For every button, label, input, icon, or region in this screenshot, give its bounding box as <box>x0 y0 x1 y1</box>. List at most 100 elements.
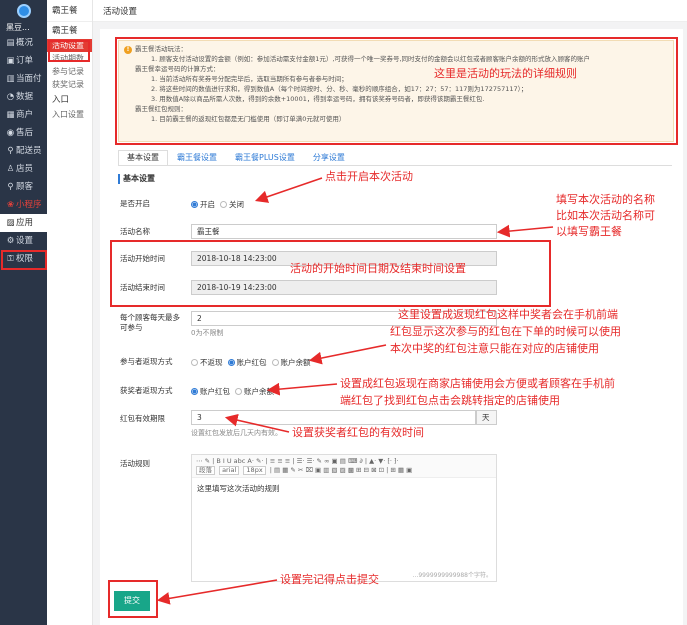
notice-line: 1. 目前霸王餐的返现红包都是无门槛使用（即订单满0元就可使用） <box>151 115 346 123</box>
nav-item-label: 权限 <box>16 254 34 264</box>
nav-item-merchant[interactable]: ▦商户 <box>0 106 47 124</box>
winner-method-label: 获奖者返现方式 <box>120 386 173 395</box>
activity-name-input[interactable]: 霸王餐 <box>191 224 497 239</box>
enabled-radio-group: 开启 关闭 <box>191 199 249 210</box>
nav-item-data[interactable]: ◔ 数据 <box>0 88 47 106</box>
editor-char-count: ...9999999999988个字符。 <box>412 572 492 579</box>
logo-icon[interactable] <box>0 0 47 22</box>
editor-toolbar-row2[interactable]: 段落 arial 18px | ▤ ▦ ✎ ✂ ⌧ ▣ ▥ ▧ ▨ ▩ ⊞ ⊟ … <box>196 466 492 475</box>
tab-bawangcan-settings[interactable]: 霸王餐设置 <box>168 150 226 166</box>
editor-font-select[interactable]: arial <box>219 466 240 475</box>
clerk-icon: ♙ <box>6 164 15 174</box>
sub-menu-participation-records[interactable]: 参与记录 <box>47 65 92 78</box>
annotation-winner-1: 设置成红包返现在商家店铺使用会方便或者顾客在手机前 <box>340 377 615 390</box>
nav-item-overview[interactable]: ▤概况 <box>0 34 47 52</box>
end-time-label: 活动结束时间 <box>120 283 165 292</box>
nav-item-settings[interactable]: ⚙ 设置 <box>0 232 47 250</box>
editor-toolbar[interactable]: ⋯ ✎ | B I U abc A· ✎· | ≡ ≡ ≡ | ☰· ☰· ✎ … <box>192 455 496 478</box>
nav-item-label: 配送员 <box>16 146 42 156</box>
rules-label: 活动规则 <box>120 459 150 468</box>
nav-item-label: 商户 <box>16 110 34 120</box>
editor-paragraph-select[interactable]: 段落 <box>196 466 215 475</box>
app-icon: ▨ <box>6 218 15 228</box>
enabled-off-radio[interactable]: 关闭 <box>220 199 244 210</box>
sub-menu-group: 霸王餐 <box>52 26 78 36</box>
notice-line: 1. 当前活动所有奖券号分配完毕后，选取当期所有参与者参与时间； <box>151 75 348 83</box>
nav-item-courier[interactable]: ⚲ 配送员 <box>0 142 47 160</box>
annotation-rules: 这里是活动的玩法的详细规则 <box>434 67 577 80</box>
nav-item-app[interactable]: ▨应用 <box>0 214 47 232</box>
annotation-time: 活动的开始时间日期及结束时间设置 <box>290 262 466 275</box>
winner-balance-radio[interactable]: 账户余额 <box>235 386 274 397</box>
tab-share-settings[interactable]: 分享设置 <box>304 150 354 166</box>
top-bar: 活动设置 <box>93 0 687 22</box>
refund-method-radio-group: 不返现 账户红包 账户余额 <box>191 357 316 368</box>
editor-toolbar-row[interactable]: ⋯ ✎ | B I U abc A· ✎· | ≡ ≡ ≡ | ☰· ☰· ✎ … <box>196 457 492 466</box>
nav-item-miniapp[interactable]: ❀ 小程序 <box>0 196 47 214</box>
winner-redpacket-label: 账户红包 <box>200 387 230 396</box>
data-icon: ◔ <box>6 92 15 102</box>
courier-icon: ⚲ <box>7 146 14 156</box>
notice-line: 霸王餐红包规则： <box>135 105 187 113</box>
daily-limit-label: 每个顾客每天最多可参与 <box>120 313 180 332</box>
nav-item-label: 数据 <box>16 92 34 102</box>
enabled-on-radio[interactable]: 开启 <box>191 199 215 210</box>
submit-button[interactable]: 提交 <box>114 591 150 611</box>
nav-item-clerk[interactable]: ♙ 店员 <box>0 160 47 178</box>
editor-size-select[interactable]: 18px <box>243 466 266 475</box>
notice-line: 1. 顾客支付活动设置的金额（例如：参加活动需支付金额1元）,可获得一个唯一奖券… <box>151 55 591 63</box>
sub-menu-activity-settings[interactable]: 活动设置 <box>47 39 92 52</box>
refund-redpacket-radio[interactable]: 账户红包 <box>227 357 267 368</box>
valid-period-input[interactable]: 3 <box>191 410 476 425</box>
permission-icon: ⚿ <box>7 254 14 264</box>
nav-item-label: 小程序 <box>16 200 42 210</box>
annotation-name-3: 以填写霸王餐 <box>556 225 622 238</box>
nav-item-customer[interactable]: ⚲ 顾客 <box>0 178 47 196</box>
tab-bawangcan-plus-settings[interactable]: 霸王餐PLUS设置 <box>226 150 304 166</box>
brand-name: 黑豆... <box>6 23 30 32</box>
order-icon: ▣ <box>6 56 15 66</box>
rules-notice: ! 霸王餐活动玩法： 1. 顾客支付活动设置的金额（例如：参加活动需支付金额1元… <box>118 40 674 142</box>
annotation-valid: 设置获奖者红包的有效时间 <box>292 426 424 439</box>
refund-none-radio[interactable]: 不返现 <box>191 357 223 368</box>
nav-item-pay[interactable]: ▥当面付 <box>0 70 47 88</box>
refund-balance-radio[interactable]: 账户余额 <box>271 357 311 368</box>
rules-editor[interactable]: ⋯ ✎ | B I U abc A· ✎· | ≡ ≡ ≡ | ☰· ☰· ✎ … <box>191 454 497 582</box>
section-title: 基本设置 <box>118 174 155 184</box>
annotation-refund-1: 这里设置成返现红包这样中奖者会在手机前端 <box>398 308 618 321</box>
tab-divider <box>118 165 672 166</box>
annotation-enable: 点击开启本次活动 <box>325 170 413 183</box>
page-title: 活动设置 <box>103 7 138 17</box>
winner-balance-label: 账户余额 <box>244 387 274 396</box>
winner-method-radio-group: 账户红包 账户余额 <box>191 386 279 397</box>
nav-item-label: 概况 <box>16 38 34 48</box>
valid-period-unit: 天 <box>476 410 497 425</box>
sub-menu-winning-records[interactable]: 获奖记录 <box>47 78 92 91</box>
tab-basic-settings[interactable]: 基本设置 <box>118 150 168 166</box>
daily-limit-hint: 0为不限制 <box>191 329 224 337</box>
annotation-refund-3: 本次中奖的红包注意只能在对应的店铺使用 <box>390 342 599 355</box>
enabled-on-label: 开启 <box>200 200 215 209</box>
annotation-refund-2: 红包显示这次参与的红包在下单的时候可以使用 <box>390 325 621 338</box>
refund-method-label: 参与者返现方式 <box>120 357 173 366</box>
winner-redpacket-radio[interactable]: 账户红包 <box>191 386 230 397</box>
end-time-input[interactable]: 2018-10-19 14:23:00 <box>191 280 497 295</box>
notice-line: 3. 用数值A除以商品所需人次数，得到的余数+10001，得到幸运号码，拥有该奖… <box>151 95 485 103</box>
aftersale-icon: ◉ <box>6 128 15 138</box>
start-time-label: 活动开始时间 <box>120 254 165 263</box>
nav-item-label: 当面付 <box>16 74 42 84</box>
sub-menu-activity-periods[interactable]: 活动期数 <box>47 52 92 65</box>
refund-none-label: 不返现 <box>200 358 223 367</box>
editor-toolbar-buttons[interactable]: | ▤ ▦ ✎ ✂ ⌧ ▣ ▥ ▧ ▨ ▩ ⊞ ⊟ ⊠ ⊡ | ⊞ ▦ ▣ <box>270 466 412 474</box>
nav-item-aftersale[interactable]: ◉ 售后 <box>0 124 47 142</box>
settings-icon: ⚙ <box>6 236 15 246</box>
nav-item-order[interactable]: ▣订单 <box>0 52 47 70</box>
nav-item-permission[interactable]: ⚿ 权限 <box>0 250 47 268</box>
sub-menu-entry-settings[interactable]: 入口设置 <box>47 108 92 121</box>
nav-item-label: 店员 <box>16 164 34 174</box>
customer-icon: ⚲ <box>7 182 14 192</box>
sub-menu-head: 霸王餐 <box>47 0 92 22</box>
enabled-label: 是否开启 <box>120 199 150 208</box>
editor-content[interactable]: 这里填写这次活动的规则 <box>192 478 496 499</box>
notice-title: 霸王餐活动玩法： <box>135 45 187 53</box>
